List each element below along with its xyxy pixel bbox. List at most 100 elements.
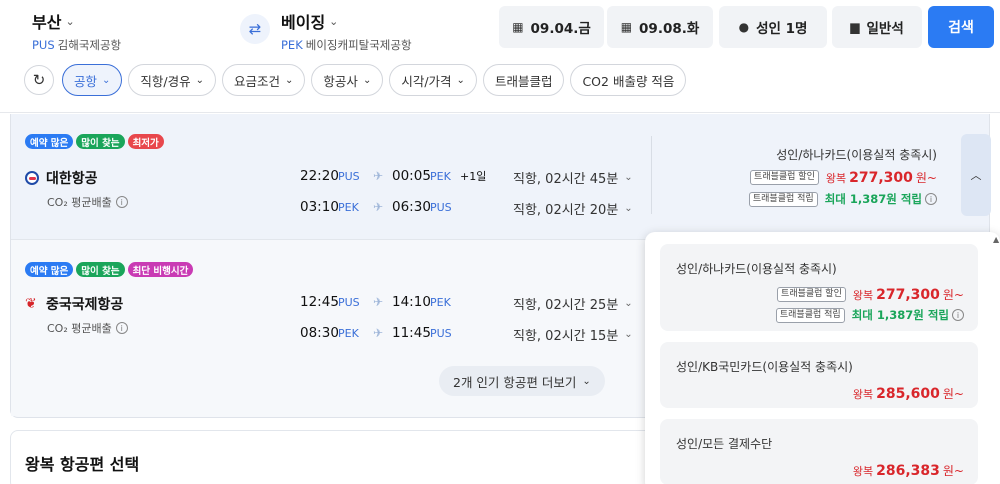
show-more-button[interactable]: 2개 인기 항공편 더보기 ⌄ <box>439 366 605 396</box>
divider <box>651 136 652 214</box>
show-more-label: 2개 인기 항공편 더보기 <box>453 374 577 390</box>
scroll-up-arrow-icon[interactable]: ▲ <box>993 235 999 244</box>
round-trip-label: 왕복 <box>825 171 847 185</box>
duration-label: 직항, 02시간 45분 <box>513 172 619 187</box>
fare-option-title: 성인/모든 결제수단 <box>676 437 773 451</box>
search-header: 부산 ⌄ PUS 김해국제공항 ⇄ 베이징 ⌄ PEK 베이징캐피탈국제공항 ▦ 09.… <box>0 0 1000 113</box>
filter-travel-club[interactable]: 트래블클럽 <box>482 64 565 96</box>
currency-label: 원~ <box>942 464 964 478</box>
filter-fare-conditions[interactable]: 요금조건 ⌄ <box>222 64 306 96</box>
cabin-button[interactable]: ▆ 일반석 <box>832 6 922 48</box>
plane-icon: ✈ <box>372 326 384 340</box>
round-trip-label: 왕복 <box>852 288 874 302</box>
info-icon[interactable]: i <box>115 196 128 208</box>
swap-icon[interactable]: ⇄ <box>240 14 270 44</box>
seat-icon: ▆ <box>850 20 860 34</box>
origin-city: 부산 <box>32 13 62 32</box>
return-duration[interactable]: 직항, 02시간 20분 ⌄ <box>513 199 633 218</box>
outbound-leg: 22:20 PUS ✈ 00:05 PEK +1일 <box>300 168 486 184</box>
discount-badge: 트래블클럽 할인 <box>750 170 819 185</box>
info-icon[interactable]: i <box>952 309 964 321</box>
passengers-button[interactable]: ● 성인 1명 <box>719 6 827 48</box>
tag-shortest-flight: 최단 비행시간 <box>127 262 194 277</box>
outbound-duration[interactable]: 직항, 02시간 45분 ⌄ <box>513 168 633 187</box>
info-icon[interactable]: i <box>115 322 128 334</box>
filter-airline[interactable]: 항공사 ⌄ <box>311 64 384 96</box>
plane-icon: ✈ <box>372 200 384 214</box>
co2-info: CO₂ 평균배출 i <box>47 320 128 336</box>
arr-airport: PEK <box>430 169 451 183</box>
fare-option-title: 성인/하나카드(이용실적 충족시) <box>676 262 837 276</box>
fare-option[interactable]: 성인/모든 결제수단 왕복 286,383 원~ <box>660 419 978 484</box>
fare-option[interactable]: 성인/KB국민카드(이용실적 충족시) 왕복 285,600 원~ <box>660 342 978 408</box>
dep-time: 12:45 <box>300 294 339 310</box>
dep-airport: PEK <box>338 326 359 340</box>
chevron-down-icon: ⌄ <box>582 375 591 387</box>
info-icon[interactable]: i <box>925 193 937 205</box>
duration-label: 직항, 02시간 15분 <box>513 329 619 344</box>
fare-options-panel: 성인/하나카드(이용실적 충족시) 트래블클럽 할인 왕복 277,300 원~… <box>645 232 1000 484</box>
mileage-badge: 트래블클럽 적립 <box>775 307 845 323</box>
arr-airport: PUS <box>430 200 452 214</box>
currency-label: 원~ <box>942 288 964 302</box>
tag-lowest-price: 최저가 <box>127 134 164 149</box>
airline-name: 대한항공 <box>25 168 98 188</box>
filter-airport[interactable]: 공항 ⌄ <box>62 64 123 96</box>
co2-label: CO₂ 평균배출 <box>47 322 112 335</box>
origin-code: PUS <box>32 38 55 52</box>
duration-label: 직항, 02시간 20분 <box>513 203 619 218</box>
fare-option[interactable]: 성인/하나카드(이용실적 충족시) 트래블클럽 할인 왕복 277,300 원~… <box>660 244 978 331</box>
chevron-down-icon: ⌄ <box>285 74 294 86</box>
dep-airport: PUS <box>338 169 360 183</box>
return-date-button[interactable]: ▦ 09.08.화 <box>607 6 713 48</box>
mileage-text: 최대 1,387원 적립 <box>851 308 949 322</box>
tag-popular-booking: 예약 많은 <box>25 262 74 277</box>
destination-city: 베이징 <box>281 13 326 32</box>
dep-airport: PUS <box>338 295 360 309</box>
search-button[interactable]: 검색 <box>928 6 994 48</box>
chevron-up-icon: ︿ <box>970 169 982 182</box>
korean-air-logo-icon <box>25 171 39 185</box>
filter-low-co2[interactable]: CO2 배출량 적음 <box>570 64 687 96</box>
arr-time: 14:10 <box>392 294 431 310</box>
filter-bar: ↻ 공항 ⌄ 직항/경유 ⌄ 요금조건 ⌄ 항공사 ⌄ 시각/가격 ⌄ 트래블클럽 CO2… <box>24 64 687 96</box>
calendar-icon: ▦ <box>512 20 524 34</box>
filter-time-price[interactable]: 시각/가격 ⌄ <box>389 64 477 96</box>
destination-selector[interactable]: 베이징 ⌄ PEK 베이징캐피탈국제공항 <box>281 9 412 53</box>
return-leg: 03:10 PEK ✈ 06:30 PUS <box>300 199 456 215</box>
return-duration[interactable]: 직항, 02시간 15분 ⌄ <box>513 325 633 344</box>
chevron-down-icon: ⌄ <box>102 74 111 86</box>
section-title: 왕복 항공편 선택 <box>25 455 140 474</box>
destination-code: PEK <box>281 38 303 52</box>
air-china-logo-icon: ❦ <box>25 296 37 312</box>
depart-date-button[interactable]: ▦ 09.04.금 <box>499 6 604 48</box>
person-icon: ● <box>738 20 750 34</box>
filter-label: 트래블클럽 <box>494 73 553 89</box>
origin-selector[interactable]: 부산 ⌄ PUS 김해국제공항 <box>32 9 121 53</box>
flight-card[interactable]: 예약 많은 많이 찾는 최저가 대한항공 CO₂ 평균배출 i 22:20 PU… <box>11 114 991 240</box>
refresh-icon[interactable]: ↻ <box>24 65 54 95</box>
arr-airport: PEK <box>430 295 451 309</box>
filter-label: 항공사 <box>323 73 358 89</box>
co2-label: CO₂ 평균배출 <box>47 196 112 209</box>
collapse-button[interactable]: ︿ <box>961 134 991 216</box>
round-trip-label: 왕복 <box>852 387 874 401</box>
chevron-down-icon: ⌄ <box>195 74 205 86</box>
co2-info: CO₂ 평균배출 i <box>47 194 128 210</box>
filter-label: 요금조건 <box>234 73 281 89</box>
calendar-icon: ▦ <box>620 20 633 34</box>
plane-icon: ✈ <box>372 295 384 309</box>
outbound-duration[interactable]: 직항, 02시간 25분 ⌄ <box>513 294 633 313</box>
origin-airport: 김해국제공항 <box>57 38 122 52</box>
round-trip-label: 왕복 <box>852 464 874 478</box>
filter-label: 공항 <box>74 73 98 89</box>
arr-airport: PUS <box>430 326 452 340</box>
price-title: 성인/하나카드(이용실적 충족시) <box>776 148 937 162</box>
filter-direct[interactable]: 직항/경유 ⌄ <box>128 64 217 96</box>
price-value: 277,300 <box>876 286 940 303</box>
chevron-down-icon: ⌄ <box>624 172 633 183</box>
chevron-down-icon: ⌄ <box>329 14 339 28</box>
price-summary[interactable]: 성인/하나카드(이용실적 충족시) 트래블클럽 할인 왕복 277,300 원~… <box>748 146 937 212</box>
tag-most-searched: 많이 찾는 <box>76 262 125 277</box>
dep-time: 22:20 <box>300 168 339 184</box>
